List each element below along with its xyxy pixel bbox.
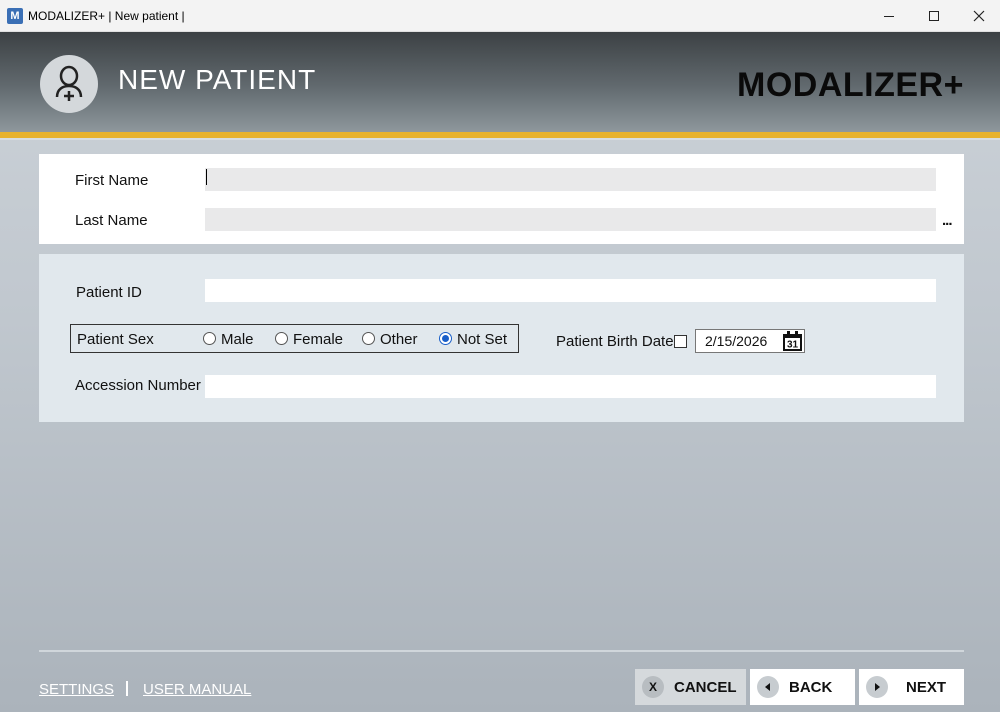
birth-date-checkbox[interactable] [674, 335, 687, 348]
radio-not-set-label[interactable]: Not Set [457, 331, 507, 348]
cancel-button-label: CANCEL [674, 678, 737, 696]
brand-logo: MODALIZER+ [737, 66, 964, 104]
radio-male-label[interactable]: Male [221, 331, 254, 348]
minimize-button[interactable] [866, 0, 912, 32]
minimize-icon [884, 15, 894, 17]
patient-id-label: Patient ID [76, 284, 142, 301]
maximize-icon [929, 11, 939, 21]
radio-female[interactable] [275, 332, 288, 345]
window-title: MODALIZER+ | New patient | [28, 9, 185, 23]
arrow-left-icon [757, 676, 779, 698]
footer-divider [39, 650, 964, 652]
close-icon: X [642, 676, 664, 698]
calendar-icon: 31 [783, 330, 802, 351]
last-name-label: Last Name [75, 212, 148, 229]
patient-id-input[interactable] [205, 279, 936, 302]
app-icon: M [7, 8, 23, 24]
header-divider [0, 138, 1000, 140]
settings-link[interactable]: SETTINGS [39, 681, 114, 698]
radio-female-label[interactable]: Female [293, 331, 343, 348]
more-options-button[interactable]: ... [942, 212, 952, 229]
accession-number-label: Accession Number [75, 377, 201, 394]
back-button-label: BACK [789, 678, 833, 696]
accession-number-input[interactable] [205, 375, 936, 398]
birth-date-value[interactable]: 2/15/2026 [705, 333, 767, 349]
arrow-right-icon [866, 676, 888, 698]
first-name-input[interactable] [205, 168, 936, 191]
radio-male[interactable] [203, 332, 216, 345]
avatar [40, 55, 98, 113]
window-titlebar: M MODALIZER+ | New patient | [0, 0, 1000, 32]
close-icon [973, 10, 985, 22]
radio-other-label[interactable]: Other [380, 331, 418, 348]
last-name-input[interactable] [205, 208, 936, 231]
cancel-button[interactable]: X CANCEL [635, 669, 746, 705]
calendar-day-text: 31 [787, 339, 799, 350]
add-user-icon [55, 65, 83, 101]
radio-not-set[interactable] [439, 332, 452, 345]
footer-separator [126, 681, 128, 696]
next-button-label: NEXT [906, 678, 947, 696]
back-button[interactable]: BACK [750, 669, 855, 705]
radio-other[interactable] [362, 332, 375, 345]
calendar-button[interactable]: 31 [781, 329, 804, 353]
close-button[interactable] [956, 0, 1000, 32]
patient-sex-label: Patient Sex [77, 331, 154, 348]
maximize-button[interactable] [911, 0, 957, 32]
birth-date-label: Patient Birth Date [556, 333, 674, 350]
next-button[interactable]: NEXT [859, 669, 964, 705]
text-caret [206, 169, 207, 185]
user-manual-link[interactable]: USER MANUAL [143, 681, 251, 698]
page-title: NEW PATIENT [118, 64, 317, 95]
first-name-label: First Name [75, 172, 149, 189]
